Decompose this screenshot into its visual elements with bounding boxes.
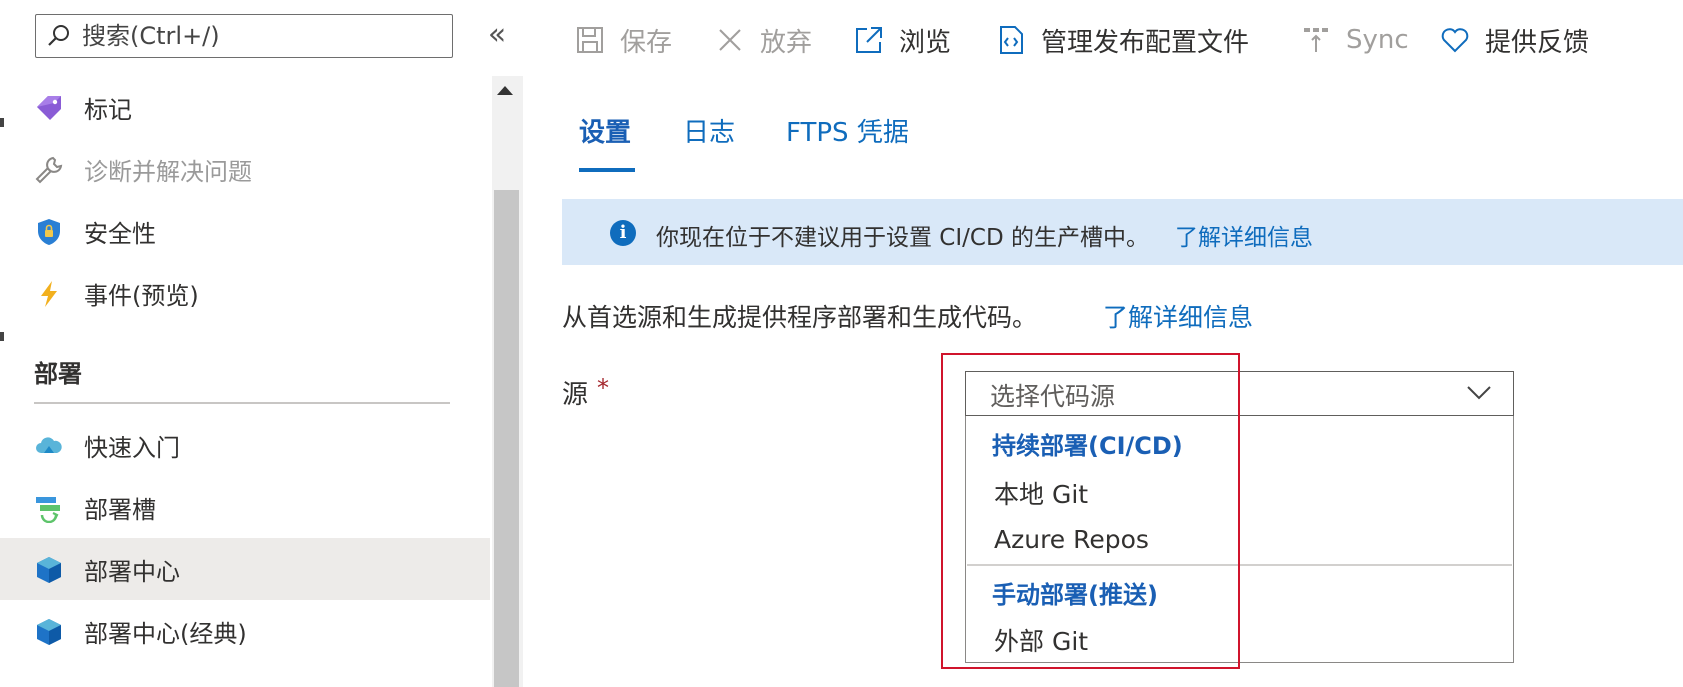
wrench-icon: [34, 155, 64, 185]
sidebar-item-label: 部署槽: [84, 495, 156, 524]
info-learn-more-link[interactable]: 了解详细信息: [1175, 218, 1313, 252]
sidebar-item-diagnose[interactable]: 诊断并解决问题: [0, 138, 490, 200]
active-tab-indicator: [579, 168, 635, 172]
sidebar-item-tags[interactable]: 标记: [0, 76, 490, 138]
lightning-icon: [34, 279, 64, 309]
save-icon: [577, 27, 603, 53]
left-navigation: « 标记 诊断并解决问题 安全性 事件(预览) 部署 快速入门: [0, 0, 523, 687]
tab-logs[interactable]: 日志: [683, 112, 735, 149]
cube-icon: [34, 555, 64, 585]
browse-label: 浏览: [899, 27, 952, 58]
sidebar-item-deployment-slots[interactable]: 部署槽: [0, 476, 490, 538]
required-marker: *: [597, 374, 609, 402]
manage-profile-label: 管理发布配置文件: [1041, 27, 1250, 58]
info-banner-text: 你现在位于不建议用于设置 CI/CD 的生产槽中。: [656, 225, 1149, 251]
section-divider: [34, 402, 450, 404]
sidebar-item-label: 快速入门: [84, 433, 180, 462]
search-box[interactable]: [35, 14, 453, 58]
sidebar-item-events[interactable]: 事件(预览): [0, 262, 490, 324]
chevron-down-icon[interactable]: [1464, 380, 1494, 404]
description-text: 从首选源和生成提供程序部署和生成代码。: [562, 303, 1038, 332]
sidebar-item-label: 部署中心: [84, 557, 180, 586]
search-input[interactable]: [80, 21, 444, 51]
description-learn-more-link[interactable]: 了解详细信息: [1103, 298, 1253, 334]
sync-label: Sync: [1346, 25, 1409, 55]
sidebar-item-label: 诊断并解决问题: [84, 157, 252, 186]
edge-marker: [0, 332, 4, 341]
sync-icon: [1304, 28, 1328, 52]
sidebar-item-label: 标记: [84, 95, 132, 124]
tab-ftps-credentials[interactable]: FTPS 凭据: [786, 112, 909, 149]
nav-section-header: 部署: [34, 360, 82, 388]
deployment-slots-icon: [34, 493, 64, 523]
feedback-label: 提供反馈: [1485, 27, 1590, 58]
scrollbar-thumb[interactable]: [494, 190, 519, 687]
annotation-highlight-box: [941, 353, 1240, 669]
collapse-nav-button[interactable]: «: [480, 18, 514, 52]
discard-button[interactable]: 放弃: [714, 20, 812, 60]
sidebar-item-deployment-center[interactable]: 部署中心: [0, 538, 490, 600]
sidebar-item-label: 安全性: [84, 219, 156, 248]
heart-icon: [1441, 28, 1469, 53]
tab-settings[interactable]: 设置: [579, 112, 631, 149]
sidebar-item-security[interactable]: 安全性: [0, 200, 490, 262]
close-icon: [719, 29, 741, 51]
sidebar-item-quickstart[interactable]: 快速入门: [0, 414, 490, 476]
sidebar-item-deployment-center-classic[interactable]: 部署中心(经典): [0, 600, 490, 662]
sync-button[interactable]: Sync: [1300, 20, 1409, 60]
cloud-icon: [34, 431, 64, 461]
manage-publish-profile-button[interactable]: 管理发布配置文件: [995, 20, 1249, 60]
scroll-up-arrow-icon[interactable]: [497, 86, 513, 95]
sidebar-item-label: 部署中心(经典): [84, 619, 247, 648]
save-button[interactable]: 保存: [574, 20, 672, 60]
tag-icon: [34, 93, 64, 123]
feedback-button[interactable]: 提供反馈: [1439, 20, 1589, 60]
save-label: 保存: [620, 27, 673, 58]
info-icon: i: [610, 220, 636, 246]
search-icon: [48, 25, 69, 46]
source-label: 源: [562, 380, 589, 410]
browse-button[interactable]: 浏览: [853, 20, 951, 60]
code-file-icon: [1000, 26, 1023, 54]
discard-label: 放弃: [760, 27, 813, 58]
cube-icon: [34, 617, 64, 647]
shield-icon: [34, 217, 64, 247]
sidebar-item-label: 事件(预览): [84, 281, 199, 310]
external-link-icon: [856, 27, 882, 53]
